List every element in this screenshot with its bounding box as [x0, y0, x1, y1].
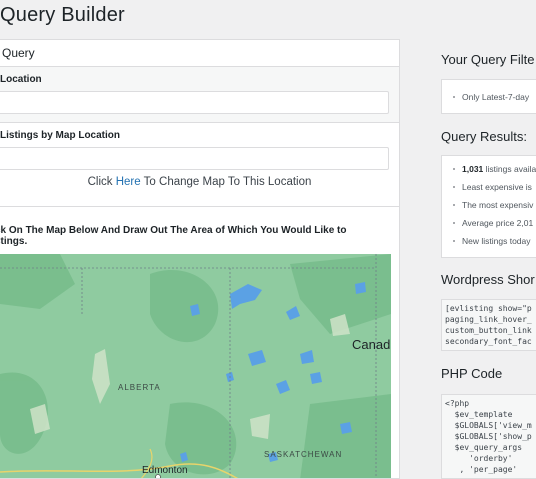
- filter-item: Only Latest-7-day: [452, 88, 536, 106]
- listing-count: 1,031: [462, 164, 484, 174]
- result-text: listings availa: [483, 164, 536, 174]
- php-title: PHP Code: [441, 366, 503, 381]
- shortcode-title: Wordpress Shor: [441, 272, 535, 287]
- listings-section: Listings by Map Location Click Here To C…: [0, 123, 399, 207]
- sidebar: Your Query Filte Only Latest-7-day Query…: [441, 0, 536, 479]
- results-list: 1,031 listings availa Least expensive is…: [442, 156, 536, 254]
- result-item: New listings today: [452, 232, 536, 250]
- change-suffix: To Change Map To This Location: [143, 176, 312, 188]
- location-label: Location: [0, 74, 42, 85]
- listings-by-map-label: Listings by Map Location: [0, 130, 121, 141]
- location-section: Location: [0, 67, 399, 123]
- location-input[interactable]: [0, 91, 389, 114]
- query-panel: Query Location Listings by Map Location …: [0, 39, 400, 479]
- page-title: Query Builder: [0, 4, 125, 26]
- change-prefix: Click: [87, 176, 113, 188]
- alberta-label: ALBERTA: [118, 383, 161, 392]
- map-location-input[interactable]: [0, 147, 389, 170]
- filters-list: Only Latest-7-day: [442, 80, 536, 110]
- results-title: Query Results:: [441, 129, 527, 144]
- edmonton-label: Edmonton: [142, 465, 188, 476]
- canada-label: Canad: [352, 337, 390, 352]
- map-instructions: ck On The Map Below And Draw Out The Are…: [0, 225, 347, 247]
- result-item: Least expensive is: [452, 178, 536, 196]
- php-code-box[interactable]: <?php $ev_template $GLOBALS['view_m $GLO…: [441, 394, 536, 479]
- filters-title: Your Query Filte: [441, 52, 535, 67]
- map-svg[interactable]: Canad ALBERTA SASKATCHEWAN Edmonton: [0, 254, 391, 479]
- result-item: 1,031 listings availa: [452, 160, 536, 178]
- panel-header: Query: [0, 40, 399, 67]
- saskatchewan-label: SASKATCHEWAN: [264, 450, 342, 459]
- change-map-link[interactable]: Here: [116, 176, 141, 188]
- map-canvas[interactable]: Canad ALBERTA SASKATCHEWAN Edmonton: [0, 254, 391, 479]
- shortcode-box[interactable]: [evlisting show="p paging_link_hover_ cu…: [441, 299, 536, 351]
- results-card: 1,031 listings availa Least expensive is…: [441, 155, 536, 258]
- result-item: The most expensiv: [452, 196, 536, 214]
- filters-card: Only Latest-7-day: [441, 79, 536, 114]
- result-item: Average price 2,01: [452, 214, 536, 232]
- change-map-line: Click Here To Change Map To This Locatio…: [0, 170, 399, 198]
